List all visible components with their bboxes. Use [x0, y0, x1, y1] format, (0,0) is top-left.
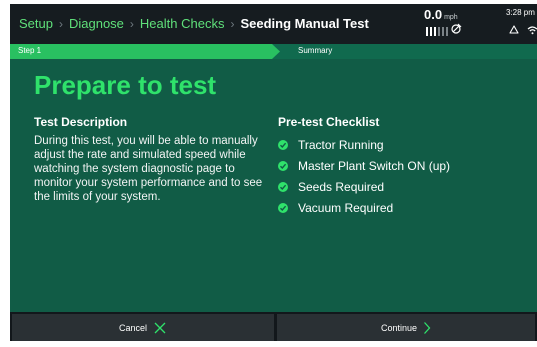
speed-readout: 0.0 mph	[424, 7, 458, 22]
clock: 3:28 pm	[506, 8, 535, 17]
cancel-button[interactable]: Cancel	[12, 314, 274, 341]
checklist-item: Master Plant Switch ON (up)	[278, 155, 450, 176]
checklist-item-label: Master Plant Switch ON (up)	[298, 158, 451, 173]
signal-bars-icon	[426, 26, 448, 36]
chevron-right-icon: ›	[230, 16, 235, 31]
test-description-text: During this test, you will be able to ma…	[34, 135, 263, 203]
chevron-right-icon: ›	[58, 16, 63, 31]
checklist-heading: Pre-test Checklist	[278, 115, 380, 129]
check-circle-icon	[278, 181, 288, 192]
continue-label: Continue	[380, 322, 418, 333]
page-title: Seeding Manual Test	[240, 16, 369, 31]
chevron-right-icon	[424, 321, 431, 334]
continue-button[interactable]: Continue	[277, 314, 535, 341]
step-progress-bar: Step 1 Summary	[10, 44, 537, 59]
checklist-item: Seeds Required	[278, 176, 450, 197]
checklist-item: Vacuum Required	[278, 197, 450, 218]
satellite-icon	[451, 23, 462, 34]
header-bar: Setup › Diagnose › Health Checks › Seedi…	[10, 4, 537, 44]
chevron-right-icon: ›	[129, 16, 134, 31]
prepare-title: Prepare to test	[34, 70, 217, 100]
breadcrumb-setup[interactable]: Setup	[19, 16, 53, 31]
breadcrumb-health-checks[interactable]: Health Checks	[140, 16, 225, 31]
step-1-label: Step 1	[18, 46, 42, 55]
breadcrumb-diagnose[interactable]: Diagnose	[69, 16, 124, 31]
footer-bar: Cancel Continue	[10, 312, 537, 341]
checklist-item-label: Seeds Required	[298, 179, 385, 194]
app-screen: Setup › Diagnose › Health Checks › Seedi…	[10, 4, 537, 341]
checklist-item: Tractor Running	[278, 134, 450, 155]
close-icon	[154, 322, 166, 333]
cloud-icon	[509, 25, 519, 34]
check-circle-icon	[278, 202, 288, 213]
checklist-item-label: Tractor Running	[298, 137, 384, 152]
test-description-heading: Test Description	[34, 115, 128, 129]
pre-test-checklist: Tractor Running Master Plant Switch ON (…	[278, 134, 450, 218]
speed-unit: mph	[444, 14, 458, 21]
check-circle-icon	[278, 160, 288, 171]
cancel-label: Cancel	[118, 322, 147, 333]
main-panel: Prepare to test Test Description During …	[10, 59, 537, 312]
speed-value: 0.0	[424, 7, 443, 22]
checklist-item-label: Vacuum Required	[298, 200, 394, 215]
step-summary-label: Summary	[298, 46, 333, 55]
breadcrumb: Setup › Diagnose › Health Checks › Seedi…	[19, 16, 369, 31]
step-indicator-active	[10, 44, 280, 59]
check-circle-icon	[278, 139, 288, 150]
wifi-icon	[527, 26, 537, 35]
